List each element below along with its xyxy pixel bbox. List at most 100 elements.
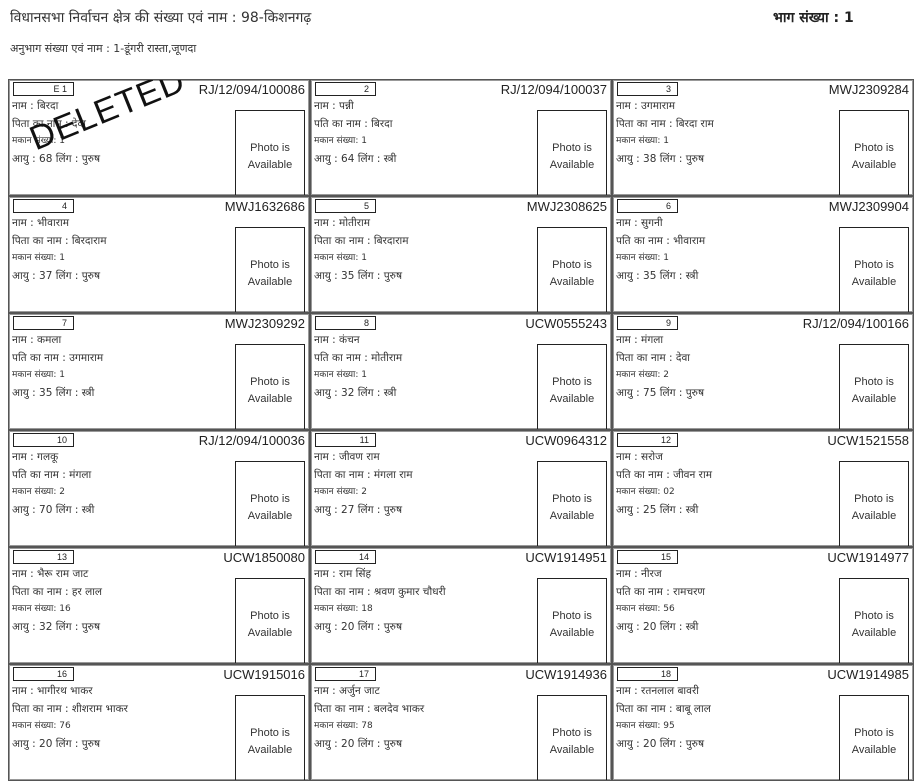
- photo-text-line1: Photo is: [250, 142, 290, 154]
- voter-details: नाम : रतनलाल बावरी पिता का नाम : बाबू ला…: [616, 683, 711, 753]
- voter-card: 14 UCW1914951 नाम : राम सिंह पिता का नाम…: [310, 547, 612, 664]
- voter-card: 12 UCW1521558 नाम : सरोज पति का नाम : जी…: [612, 430, 914, 547]
- age-gender: आयु : 38 लिंग : पुरुष: [616, 152, 705, 165]
- epic-number: UCW0964312: [525, 433, 607, 448]
- photo-text-line2: Available: [549, 159, 595, 171]
- voter-card: 9 RJ/12/094/100166 नाम : मंगला पिता का न…: [612, 313, 914, 430]
- photo-text-line1: Photo is: [854, 376, 894, 388]
- relation-name: पिता का नाम : बिरदा राम: [616, 117, 714, 130]
- epic-number: RJ/12/094/100037: [500, 82, 607, 97]
- age-gender: आयु : 64 लिंग : स्त्री: [314, 152, 397, 165]
- serial-number: 18: [617, 667, 678, 681]
- epic-number: UCW1914936: [525, 667, 607, 682]
- age-gender: आयु : 75 लिंग : पुरुष: [616, 386, 705, 399]
- voter-details: नाम : कंचन पति का नाम : मोतीराम मकान संख…: [314, 332, 402, 402]
- house-number: मकान संख्या: 1: [12, 370, 66, 380]
- serial-number: 13: [13, 550, 74, 564]
- voter-name: नाम : भीवाराम: [12, 217, 69, 229]
- serial-number: 7: [13, 316, 74, 330]
- photo-text-line1: Photo is: [552, 142, 592, 154]
- photo-placeholder: Photo is Available: [537, 461, 607, 546]
- house-number: मकान संख्या: 02: [616, 487, 675, 497]
- relation-name: पिता का नाम : देवा: [616, 351, 691, 364]
- relation-name: पिता का नाम : हर लाल: [12, 585, 103, 598]
- epic-number: MWJ2309904: [828, 199, 909, 214]
- photo-text-line1: Photo is: [552, 259, 592, 271]
- photo-placeholder: Photo is Available: [537, 227, 607, 312]
- relation-name: पति का नाम : रामचरण: [616, 585, 706, 598]
- voter-details: नाम : मोतीराम पिता का नाम : बिरदाराम मका…: [314, 215, 408, 285]
- voter-card: 8 UCW0555243 नाम : कंचन पति का नाम : मोत…: [310, 313, 612, 430]
- photo-placeholder: Photo is Available: [839, 461, 909, 546]
- photo-text-line1: Photo is: [854, 610, 894, 622]
- photo-placeholder: Photo is Available: [839, 110, 909, 195]
- epic-number: UCW1521558: [827, 433, 909, 448]
- serial-number: E 1: [13, 82, 74, 96]
- age-gender: आयु : 20 लिंग : पुरुष: [314, 737, 403, 750]
- photo-text-line2: Available: [247, 744, 293, 756]
- epic-number: RJ/12/094/100036: [198, 433, 305, 448]
- voter-details: नाम : भैरू राम जाट पिता का नाम : हर लाल …: [12, 566, 102, 636]
- voter-details: नाम : सुगनी पति का नाम : भीवाराम मकान सं…: [616, 215, 705, 285]
- photo-placeholder: Photo is Available: [235, 227, 305, 312]
- house-number: मकान संख्या: 16: [12, 604, 71, 614]
- house-number: मकान संख्या: 1: [616, 253, 670, 263]
- relation-name: पिता का नाम : बाबू लाल: [616, 702, 711, 715]
- photo-text-line1: Photo is: [854, 259, 894, 271]
- voter-details: नाम : भागीरथ भाकर पिता का नाम : शीशराम भ…: [12, 683, 128, 753]
- voter-name: नाम : कंचन: [314, 334, 360, 346]
- voter-card: 16 UCW1915016 नाम : भागीरथ भाकर पिता का …: [8, 664, 310, 781]
- epic-number: MWJ2308625: [526, 199, 607, 214]
- voter-details: नाम : मंगला पिता का नाम : देवा मकान संख्…: [616, 332, 704, 402]
- photo-placeholder: Photo is Available: [235, 695, 305, 780]
- house-number: मकान संख्या: 1: [314, 136, 368, 146]
- relation-name: पति का नाम : जीवन राम: [616, 468, 712, 481]
- serial-number: 6: [617, 199, 678, 213]
- epic-number: UCW1914985: [827, 667, 909, 682]
- house-number: मकान संख्या: 95: [616, 721, 675, 731]
- epic-number: UCW1915016: [223, 667, 305, 682]
- photo-text-line2: Available: [549, 393, 595, 405]
- serial-number: 2: [315, 82, 376, 96]
- voter-details: नाम : उगमाराम पिता का नाम : बिरदा राम मक…: [616, 98, 714, 168]
- serial-number: 4: [13, 199, 74, 213]
- photo-placeholder: Photo is Available: [235, 110, 305, 195]
- epic-number: MWJ1632686: [224, 199, 305, 214]
- photo-text-line2: Available: [247, 276, 293, 288]
- relation-name: पिता का नाम : बलदेव भाकर: [314, 702, 425, 715]
- serial-number: 5: [315, 199, 376, 213]
- photo-text-line2: Available: [851, 510, 897, 522]
- voter-card: 6 MWJ2309904 नाम : सुगनी पति का नाम : भी…: [612, 196, 914, 313]
- age-gender: आयु : 32 लिंग : स्त्री: [314, 386, 397, 399]
- relation-name: पिता का नाम : शीशराम भाकर: [12, 702, 128, 715]
- voter-name: नाम : मंगला: [616, 334, 664, 346]
- age-gender: आयु : 20 लिंग : स्त्री: [616, 620, 699, 633]
- relation-name: पिता का नाम : श्रवण कुमार चौधरी: [314, 585, 446, 598]
- constituency-title: विधानसभा निर्वाचन क्षेत्र की संख्या एवं …: [10, 10, 312, 26]
- age-gender: आयु : 35 लिंग : पुरुष: [314, 269, 403, 282]
- epic-number: MWJ2309292: [224, 316, 305, 331]
- voter-name: नाम : कमला: [12, 334, 62, 346]
- voter-name: नाम : रतनलाल बावरी: [616, 685, 700, 697]
- photo-placeholder: Photo is Available: [235, 344, 305, 429]
- relation-name: पिता का नाम : मंगला राम: [314, 468, 413, 481]
- photo-text-line1: Photo is: [854, 493, 894, 505]
- photo-text-line2: Available: [549, 744, 595, 756]
- epic-number: MWJ2309284: [828, 82, 909, 97]
- photo-text-line2: Available: [247, 159, 293, 171]
- voter-details: नाम : कमला पति का नाम : उगमाराम मकान संख…: [12, 332, 103, 402]
- voter-details: नाम : गलकू पति का नाम : मंगला मकान संख्य…: [12, 449, 94, 519]
- serial-number: 12: [617, 433, 678, 447]
- photo-text-line2: Available: [247, 510, 293, 522]
- relation-name: पति का नाम : बिरदा: [314, 117, 393, 130]
- photo-placeholder: Photo is Available: [537, 344, 607, 429]
- photo-text-line1: Photo is: [552, 610, 592, 622]
- epic-number: RJ/12/094/100166: [802, 316, 909, 331]
- relation-name: पिता का नाम : बिरदाराम: [12, 234, 107, 247]
- photo-text-line1: Photo is: [250, 727, 290, 739]
- age-gender: आयु : 20 लिंग : पुरुष: [616, 737, 705, 750]
- voter-name: नाम : राम सिंह: [314, 568, 372, 580]
- serial-number: 11: [315, 433, 376, 447]
- serial-number: 14: [315, 550, 376, 564]
- house-number: मकान संख्या: 18: [314, 604, 373, 614]
